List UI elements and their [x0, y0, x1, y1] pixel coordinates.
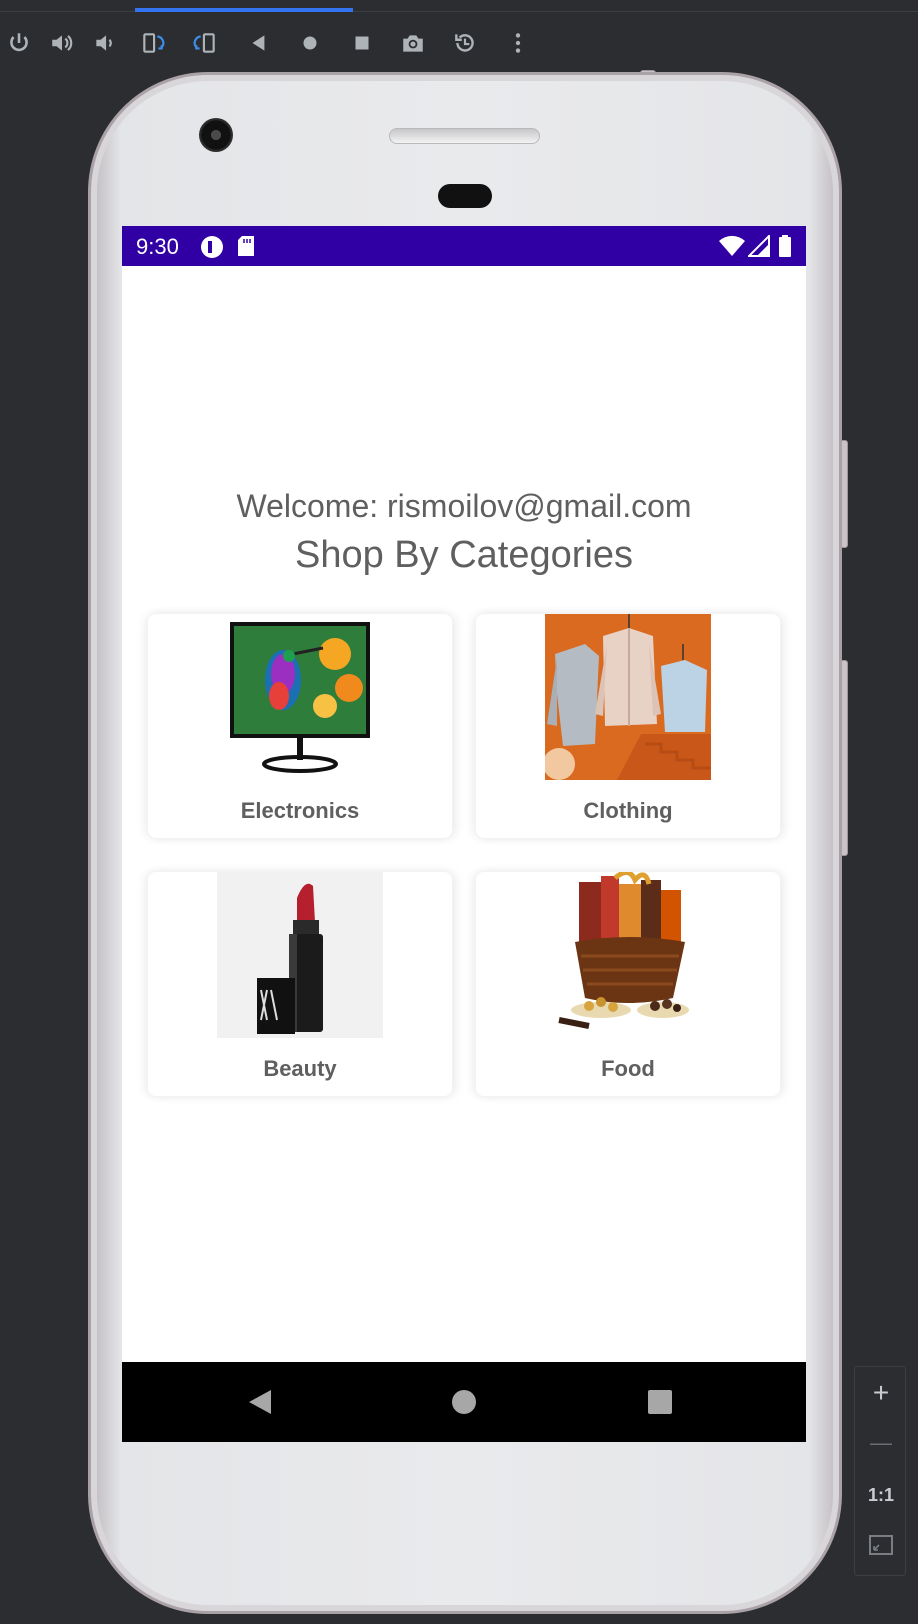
app-notification-icon: [200, 235, 224, 264]
back-triangle-icon[interactable]: [242, 1384, 278, 1420]
screenshot-icon[interactable]: [396, 26, 430, 60]
page-title: Shop By Categories: [295, 534, 633, 576]
proximity-sensor: [438, 184, 492, 208]
sweaters-image: [545, 614, 711, 780]
category-label-beauty: Beauty: [263, 1056, 337, 1081]
cell-signal-icon: [746, 233, 770, 262]
gift-basket-image: [545, 872, 711, 1038]
rotate-left-icon[interactable]: [136, 26, 170, 60]
power-icon[interactable]: [2, 26, 36, 60]
category-card-electronics[interactable]: Electronics: [148, 614, 452, 838]
category-label-clothing: Clothing: [583, 798, 673, 823]
monitor-hummingbird-image: [217, 614, 383, 780]
category-card-beauty[interactable]: Beauty: [148, 872, 452, 1096]
volume-up-icon[interactable]: [45, 26, 79, 60]
fit-screen-icon[interactable]: [855, 1521, 907, 1569]
actual-size-button[interactable]: 1:1: [855, 1471, 907, 1519]
snapshot-icon[interactable]: [448, 26, 482, 60]
overview-icon[interactable]: [345, 26, 379, 60]
zoom-out-button[interactable]: —: [855, 1419, 907, 1467]
sd-card-icon: [236, 235, 256, 262]
category-label-electronics: Electronics: [240, 798, 360, 823]
active-tab-indicator[interactable]: [135, 8, 353, 12]
status-bar: 9:30: [122, 226, 806, 266]
home-circle-icon[interactable]: [446, 1384, 482, 1420]
emulator-toolbar: [0, 16, 918, 68]
wifi-icon: [718, 235, 746, 262]
device-screen: 9:30 Welcome: rismoilov@gmail.com Shop B…: [122, 226, 806, 1442]
rotate-right-icon[interactable]: [188, 26, 222, 60]
recents-square-icon[interactable]: [642, 1384, 678, 1420]
more-icon[interactable]: [501, 26, 535, 60]
back-icon[interactable]: [242, 26, 276, 60]
earpiece-speaker: [389, 128, 540, 144]
welcome-text: Welcome: rismoilov@gmail.com: [236, 488, 692, 524]
status-time: 9:30: [136, 234, 179, 259]
front-camera-icon: [199, 118, 233, 152]
zoom-controls: + — 1:1: [854, 1366, 906, 1576]
battery-icon: [778, 235, 792, 262]
lipstick-image: [217, 872, 383, 1038]
navigation-bar: [122, 1362, 806, 1442]
volume-down-icon[interactable]: [88, 26, 122, 60]
category-card-food[interactable]: Food: [476, 872, 780, 1096]
home-icon[interactable]: [293, 26, 327, 60]
emulator-tab-strip: [0, 0, 918, 12]
category-label-food: Food: [601, 1056, 655, 1081]
category-card-clothing[interactable]: Clothing: [476, 614, 780, 838]
zoom-in-button[interactable]: +: [855, 1369, 907, 1417]
